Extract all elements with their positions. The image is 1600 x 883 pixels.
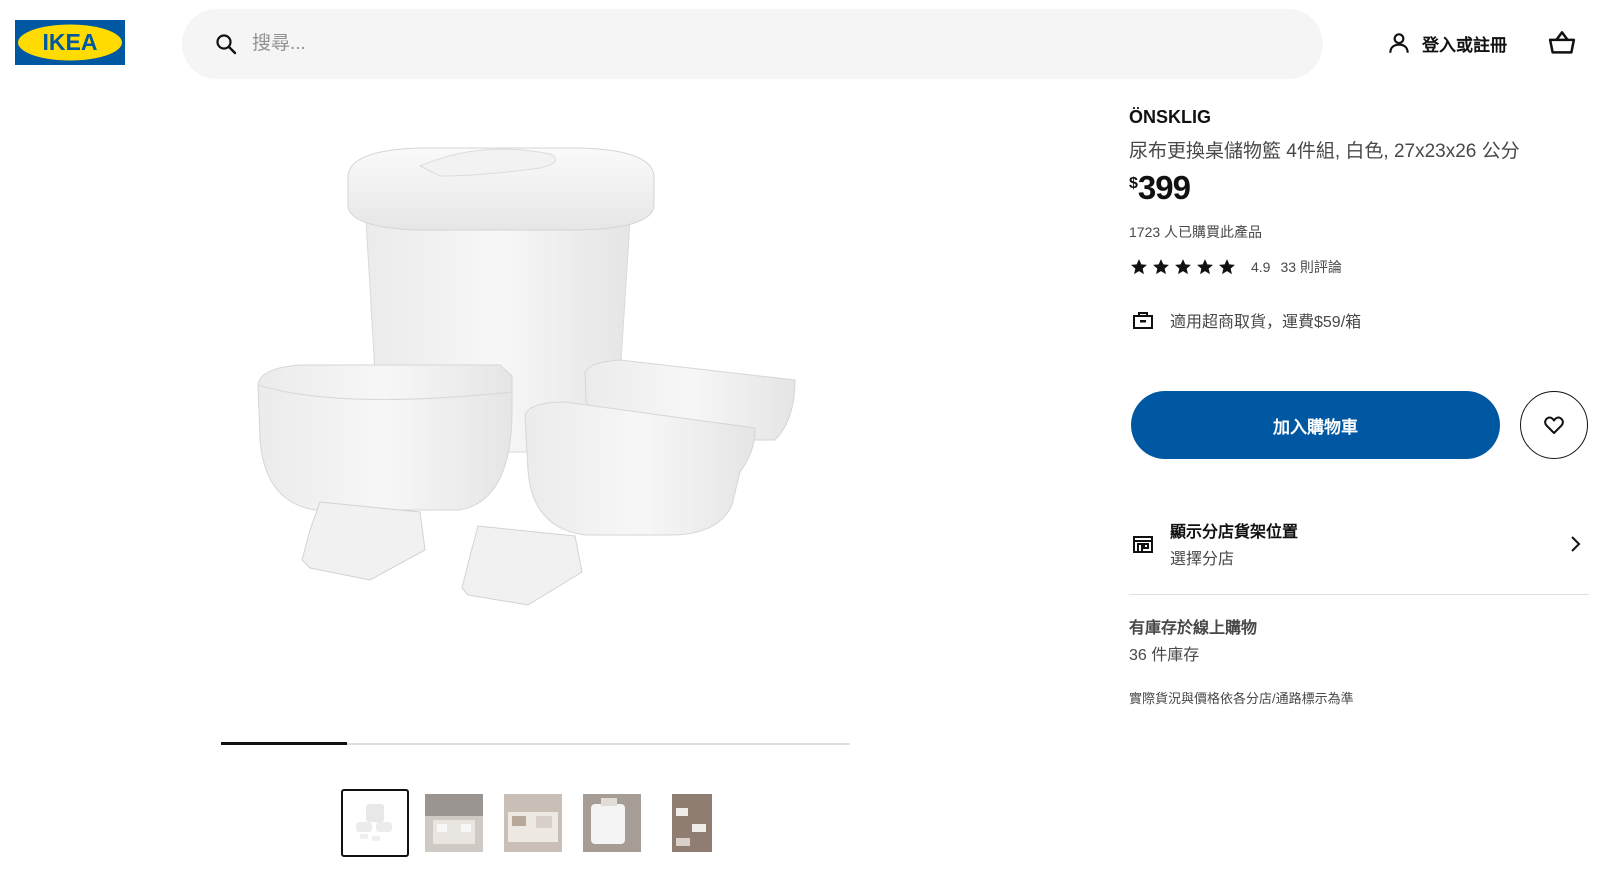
price-amount: 399 — [1137, 169, 1191, 206]
bought-count: 1723 人已購買此產品 — [1129, 224, 1263, 240]
star-icon — [1131, 259, 1147, 275]
star-icon — [1175, 259, 1191, 275]
logo-text: IKEA — [43, 29, 98, 55]
stock-title: 有庫存於線上購物 — [1129, 620, 1258, 637]
shopping-bag-icon[interactable] — [1547, 28, 1577, 58]
store-icon — [1133, 536, 1153, 553]
ikea-logo[interactable]: IKEA — [15, 20, 125, 65]
product-description: 尿布更換桌儲物籃 4件組, 白色, 27x23x26 公分 — [1129, 141, 1520, 162]
rating-score: 4.9 — [1251, 259, 1271, 275]
store-pickup-icon — [1133, 312, 1153, 329]
gallery-progress-fill — [221, 742, 347, 745]
thumbnail-3[interactable] — [499, 789, 567, 857]
store-shelf-location[interactable]: 顯示分店貨架位置 選擇分店 — [1129, 510, 1589, 582]
star-icon — [1153, 259, 1169, 275]
rating[interactable]: 4.9 33 則評論 — [1129, 257, 1342, 277]
search-bar[interactable] — [182, 9, 1323, 79]
thumbnail-4[interactable] — [578, 789, 646, 857]
store-subtitle: 選擇分店 — [1170, 551, 1235, 568]
site-header: IKEA 登入或註冊 — [0, 0, 1600, 88]
login-link[interactable]: 登入或註冊 — [1386, 28, 1507, 58]
gallery-progress — [221, 742, 850, 745]
product-image[interactable] — [220, 110, 850, 690]
chevron-right-icon — [1571, 536, 1581, 552]
price-disclaimer: 實際貨況與價格依各分店/通路標示為準 — [1129, 691, 1354, 706]
divider — [1129, 594, 1589, 595]
rating-stars — [1129, 257, 1237, 277]
search-input[interactable] — [252, 33, 1252, 55]
star-icon — [1197, 259, 1213, 275]
delivery-info: 適用超商取貨，運費$59/箱 — [1131, 308, 1361, 332]
stock-count: 36 件庫存 — [1129, 647, 1200, 664]
login-label: 登入或註冊 — [1422, 35, 1507, 55]
thumbnail-1[interactable] — [341, 789, 409, 857]
product-name: ÖNSKLIG — [1129, 107, 1212, 127]
delivery-text: 適用超商取貨，運費$59/箱 — [1170, 314, 1362, 331]
star-icon — [1219, 259, 1235, 275]
add-to-cart-button[interactable]: 加入購物車 — [1131, 391, 1500, 459]
favorite-button[interactable] — [1520, 391, 1588, 459]
search-icon[interactable] — [214, 32, 238, 56]
store-title: 顯示分店貨架位置 — [1170, 524, 1299, 541]
thumbnail-5[interactable] — [657, 789, 725, 857]
price-currency: $ — [1129, 175, 1138, 192]
heart-icon — [1544, 416, 1564, 434]
product-price: $ 399 — [1129, 169, 1191, 206]
reviews-link[interactable]: 33 則評論 — [1280, 257, 1341, 277]
person-icon — [1389, 33, 1409, 53]
thumbnail-2[interactable] — [420, 789, 488, 857]
